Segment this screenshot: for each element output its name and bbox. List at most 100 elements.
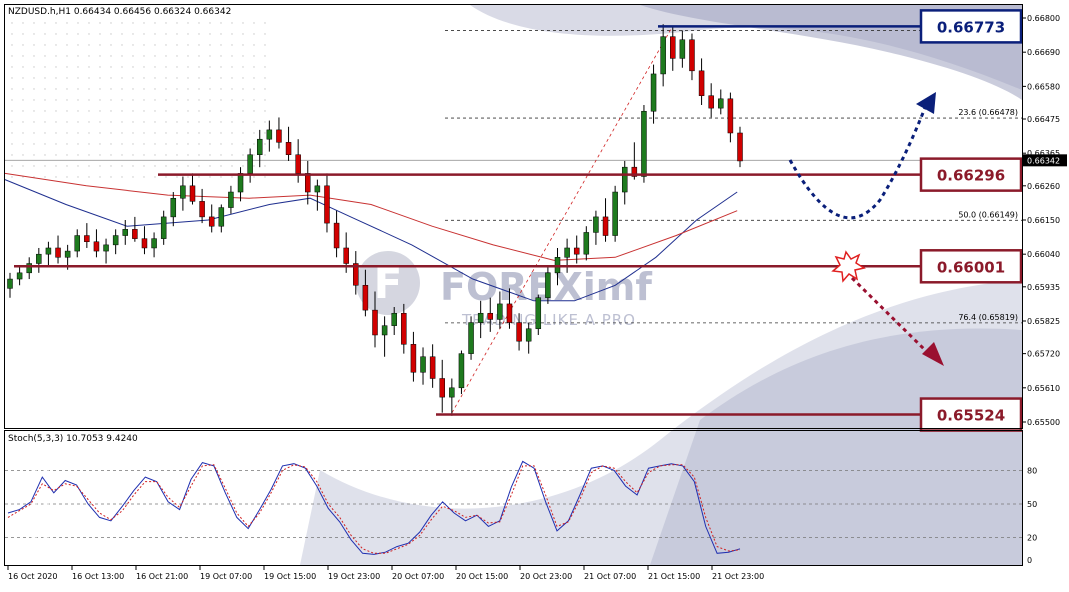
candle-body-68 — [660, 36, 666, 75]
candle-body-74 — [718, 98, 724, 109]
price-tick-label-3: 0.66475 — [1027, 115, 1060, 124]
candle-body-27 — [266, 129, 273, 140]
price-tick-label-12: 0.65500 — [1027, 418, 1060, 427]
candle-body-22 — [218, 207, 225, 227]
price-tick-label-6: 0.66150 — [1027, 216, 1060, 225]
price-tick-label-1: 0.66690 — [1027, 48, 1060, 57]
candle-body-35 — [343, 247, 349, 264]
candle-body-28 — [276, 129, 282, 143]
candle-body-43 — [420, 356, 426, 373]
candle-body-64 — [621, 166, 628, 193]
candle-body-66 — [641, 110, 647, 177]
candle-body-67 — [650, 73, 657, 112]
level-label-2: 0.66001 — [937, 258, 1005, 276]
candle-body-21 — [208, 216, 215, 227]
candle-body-60 — [583, 232, 590, 255]
candle-body-30 — [295, 154, 301, 174]
time-label-2: 16 Oct 21:00 — [136, 572, 188, 581]
candle-body-41 — [401, 312, 407, 345]
price-chart-svg: F FOREXimf TRADING LIKE A PRO 23.6 (0.66… — [0, 0, 1069, 588]
stoch-tick-label-2: 20 — [1027, 534, 1037, 543]
candle-body-70 — [679, 39, 686, 59]
time-label-6: 20 Oct 07:00 — [392, 572, 444, 581]
stoch-tick-label-1: 50 — [1027, 500, 1037, 509]
candle-body-5 — [55, 247, 61, 258]
candle-body-18 — [180, 185, 186, 199]
candle-body-38 — [372, 309, 378, 336]
candle-body-51 — [497, 303, 503, 320]
candle-body-59 — [573, 247, 580, 255]
candle-body-47 — [458, 353, 465, 389]
candle-body-6 — [64, 250, 71, 258]
time-label-9: 21 Oct 07:00 — [584, 572, 636, 581]
price-tick-label-11: 0.65610 — [1027, 384, 1060, 393]
candle-body-24 — [237, 173, 244, 193]
level-label-0: 0.66773 — [937, 18, 1005, 36]
candle-body-2 — [26, 263, 32, 274]
candle-body-1 — [16, 272, 23, 280]
candle-body-11 — [112, 235, 119, 246]
candle-body-52 — [506, 303, 513, 323]
candle-body-39 — [381, 325, 388, 336]
stoch-tick-label-3: 0 — [1027, 556, 1032, 565]
candle-body-76 — [737, 132, 743, 162]
candle-body-53 — [516, 322, 522, 342]
candle-body-34 — [333, 222, 340, 249]
candle-body-56 — [545, 272, 551, 298]
level-label-1: 0.66296 — [937, 167, 1005, 185]
candle-body-72 — [698, 70, 705, 96]
candle-body-31 — [305, 173, 311, 193]
candle-body-69 — [670, 36, 676, 59]
candle-body-7 — [74, 235, 80, 252]
candle-body-26 — [256, 138, 263, 155]
time-label-3: 19 Oct 07:00 — [200, 572, 252, 581]
candle-body-42 — [410, 344, 417, 373]
dot-grid-pattern — [8, 20, 273, 180]
candle-body-61 — [593, 216, 599, 233]
candle-body-9 — [93, 241, 100, 252]
candle-body-63 — [612, 191, 618, 236]
symbol-header: NZDUSD.h,H1 0.66434 0.66456 0.66324 0.66… — [8, 7, 231, 17]
time-label-1: 16 Oct 13:00 — [72, 572, 124, 581]
candle-body-17 — [170, 197, 177, 218]
candle-body-19 — [189, 185, 196, 202]
stoch-header: Stoch(5,3,3) 10.7053 9.4240 — [8, 434, 138, 444]
candle-body-13 — [132, 229, 138, 239]
candle-body-44 — [429, 356, 436, 379]
candle-body-45 — [439, 378, 445, 398]
candle-body-50 — [487, 312, 494, 320]
candle-body-73 — [708, 95, 714, 109]
candle-body-10 — [103, 244, 109, 252]
candle-body-33 — [324, 185, 330, 224]
candle-body-32 — [314, 185, 321, 193]
candle-body-40 — [391, 312, 397, 326]
candle-body-54 — [525, 328, 532, 342]
candle-body-14 — [141, 238, 148, 249]
candle-body-16 — [160, 216, 167, 239]
price-tick-label-9: 0.65825 — [1027, 317, 1060, 326]
candle-body-0 — [7, 278, 13, 289]
price-tick-label-0: 0.66800 — [1027, 14, 1060, 23]
price-tick-label-8: 0.65935 — [1027, 283, 1060, 292]
candle-body-37 — [362, 285, 369, 311]
candle-body-46 — [449, 387, 455, 398]
time-label-10: 21 Oct 15:00 — [648, 572, 700, 581]
candle-body-48 — [468, 322, 474, 354]
candle-body-29 — [285, 142, 292, 155]
current-price-label: 0.66342 — [1027, 156, 1060, 165]
price-tick-label-5: 0.66260 — [1027, 182, 1060, 191]
candle-body-55 — [535, 297, 542, 330]
fib-label-1: 50.0 (0.66149) — [958, 210, 1018, 219]
candle-body-12 — [122, 229, 129, 236]
candle-body-4 — [45, 247, 52, 255]
candle-body-8 — [84, 235, 90, 243]
candle-body-3 — [36, 253, 42, 264]
candle-body-75 — [727, 98, 734, 134]
fib-label-0: 23.6 (0.66478) — [958, 108, 1018, 117]
fib-label-2: 76.4 (0.65819) — [958, 313, 1018, 322]
time-label-8: 20 Oct 23:00 — [520, 572, 572, 581]
chart-window: F FOREXimf TRADING LIKE A PRO 23.6 (0.66… — [0, 0, 1069, 588]
price-tick-label-10: 0.65720 — [1027, 350, 1060, 359]
candle-body-23 — [228, 191, 234, 208]
stoch-tick-label-0: 80 — [1027, 466, 1037, 475]
